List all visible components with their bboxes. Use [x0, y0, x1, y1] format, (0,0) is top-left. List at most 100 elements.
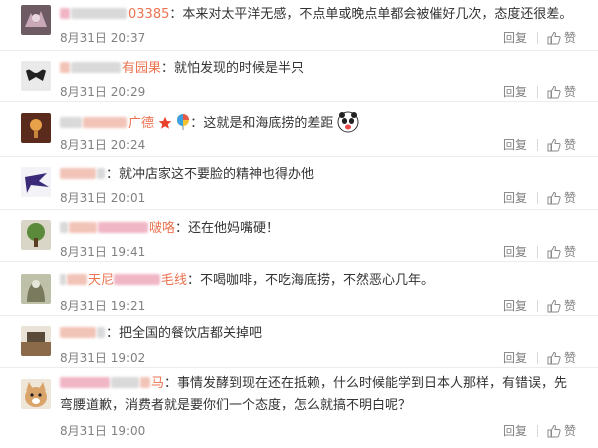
thumbs-up-icon[interactable]: [547, 424, 561, 438]
redacted-username: [69, 222, 97, 233]
avatar[interactable]: [21, 167, 51, 197]
comment-time: 8月31日 19:00: [60, 424, 146, 438]
separator: ：: [169, 7, 183, 22]
comment-content: 广德 ：这就是和海底捞的差距: [60, 111, 584, 135]
thumbs-up-icon[interactable]: [547, 191, 561, 205]
comment-item: 广德 ：这就是和海底捞的差距 8月31日 20:24 回复 赞: [0, 102, 598, 157]
thumbs-up-icon[interactable]: [547, 85, 561, 99]
comment-item: 啵咯：还在他妈嘴硬！ 8月31日 19:41 回复 赞: [0, 210, 598, 262]
divider: [536, 138, 538, 151]
redacted-username: [114, 274, 161, 285]
reply-button[interactable]: 回复: [503, 83, 527, 100]
like-button[interactable]: 赞: [564, 243, 576, 260]
redacted-username: [60, 62, 70, 73]
divider: [536, 351, 538, 364]
avatar[interactable]: [21, 61, 51, 91]
redacted-username: [71, 62, 121, 73]
like-button[interactable]: 赞: [564, 189, 576, 206]
comment-actions: 回复 赞: [503, 349, 576, 366]
username-link[interactable]: 03385: [128, 7, 169, 22]
comment-content: 03385：本来对太平洋无感，不点单或晚点单都会被催好几次，态度还很差。: [60, 4, 584, 26]
redacted-username: [71, 8, 127, 19]
avatar[interactable]: [21, 220, 51, 250]
username-link[interactable]: 天尼: [88, 273, 114, 288]
balloon-icon: [177, 114, 190, 130]
redacted-username: [97, 327, 105, 338]
avatar[interactable]: [21, 113, 51, 143]
comment-time: 8月31日 19:21: [60, 299, 146, 313]
redacted-username: [60, 222, 68, 233]
comment-text: 把全国的餐饮店都关掉吧: [119, 326, 263, 341]
reply-button[interactable]: 回复: [503, 422, 527, 439]
redacted-username: [98, 222, 148, 233]
redacted-username: [111, 377, 139, 388]
separator: ：: [106, 167, 120, 182]
like-button[interactable]: 赞: [564, 83, 576, 100]
comment-actions: 回复 赞: [503, 243, 576, 260]
comment-time: 8月31日 20:24: [60, 138, 146, 152]
separator: ：: [190, 116, 204, 131]
reply-button[interactable]: 回复: [503, 349, 527, 366]
thumbs-up-icon[interactable]: [547, 299, 561, 313]
redacted-username: [97, 168, 105, 179]
divider: [536, 31, 538, 44]
username-link[interactable]: 有园果: [122, 61, 161, 76]
divider: [536, 85, 538, 98]
comment-time: 8月31日 19:02: [60, 351, 146, 365]
comment-text: 就怕发现的时候是半只: [174, 61, 305, 76]
comment-time: 8月31日 20:01: [60, 191, 146, 205]
comment-text: 不喝咖啡，不吃海底捞，不然恶心几年。: [200, 273, 435, 288]
divider: [536, 245, 538, 258]
comment-actions: 回复 赞: [503, 189, 576, 206]
thumbs-up-icon[interactable]: [547, 245, 561, 259]
avatar[interactable]: [21, 274, 51, 304]
reply-button[interactable]: 回复: [503, 29, 527, 46]
reply-button[interactable]: 回复: [503, 189, 527, 206]
reply-button[interactable]: 回复: [503, 136, 527, 153]
redacted-username: [60, 377, 110, 388]
avatar[interactable]: [21, 5, 51, 35]
reply-button[interactable]: 回复: [503, 297, 527, 314]
comment-text: 这就是和海底捞的差距: [203, 116, 334, 131]
redacted-username: [67, 274, 87, 285]
avatar[interactable]: [21, 326, 51, 356]
separator: ：: [106, 326, 120, 341]
like-button[interactable]: 赞: [564, 297, 576, 314]
like-button[interactable]: 赞: [564, 422, 576, 439]
thumbs-up-icon[interactable]: [547, 138, 561, 152]
comment-content: ：把全国的餐饮店都关掉吧: [60, 323, 584, 345]
redacted-username: [60, 8, 70, 19]
divider: [536, 191, 538, 204]
redacted-username: [60, 327, 96, 338]
username-link[interactable]: 啵咯: [149, 221, 175, 236]
comment-item: ：把全国的餐饮店都关掉吧 8月31日 19:02 回复 赞: [0, 316, 598, 368]
username-link[interactable]: 广德: [128, 116, 154, 131]
comment-content: 啵咯：还在他妈嘴硬！: [60, 218, 584, 240]
comment-actions: 回复 赞: [503, 83, 576, 100]
panda-emoji-icon: [337, 111, 359, 133]
separator: ：: [164, 376, 178, 391]
separator: ：: [161, 61, 175, 76]
username-link[interactable]: 马: [151, 376, 164, 391]
like-button[interactable]: 赞: [564, 29, 576, 46]
like-button[interactable]: 赞: [564, 136, 576, 153]
divider: [536, 299, 538, 312]
comment-content: ：就冲店家这不要脸的精神也得办他: [60, 164, 584, 186]
redacted-username: [60, 117, 82, 128]
avatar[interactable]: [21, 379, 51, 409]
username-link[interactable]: 毛线: [161, 273, 187, 288]
thumbs-up-icon[interactable]: [547, 351, 561, 365]
comment-content: 有园果：就怕发现的时候是半只: [60, 58, 584, 80]
thumbs-up-icon[interactable]: [547, 31, 561, 45]
reply-button[interactable]: 回复: [503, 243, 527, 260]
comment-item: ：就冲店家这不要脸的精神也得办他 8月31日 20:01 回复 赞: [0, 157, 598, 210]
comment-item: 马：事情发酵到现在还在抵赖，什么时候能学到日本人那样，有错误，先弯腰道歉，消费者…: [0, 368, 598, 448]
like-button[interactable]: 赞: [564, 349, 576, 366]
separator: ：: [187, 273, 201, 288]
star-icon: [158, 116, 172, 129]
comment-item: 有园果：就怕发现的时候是半只 8月31日 20:29 回复 赞: [0, 51, 598, 102]
separator: ：: [175, 221, 189, 236]
comment-text: 就冲店家这不要脸的精神也得办他: [119, 167, 315, 182]
comment-actions: 回复 赞: [503, 29, 576, 46]
comment-actions: 回复 赞: [503, 136, 576, 153]
